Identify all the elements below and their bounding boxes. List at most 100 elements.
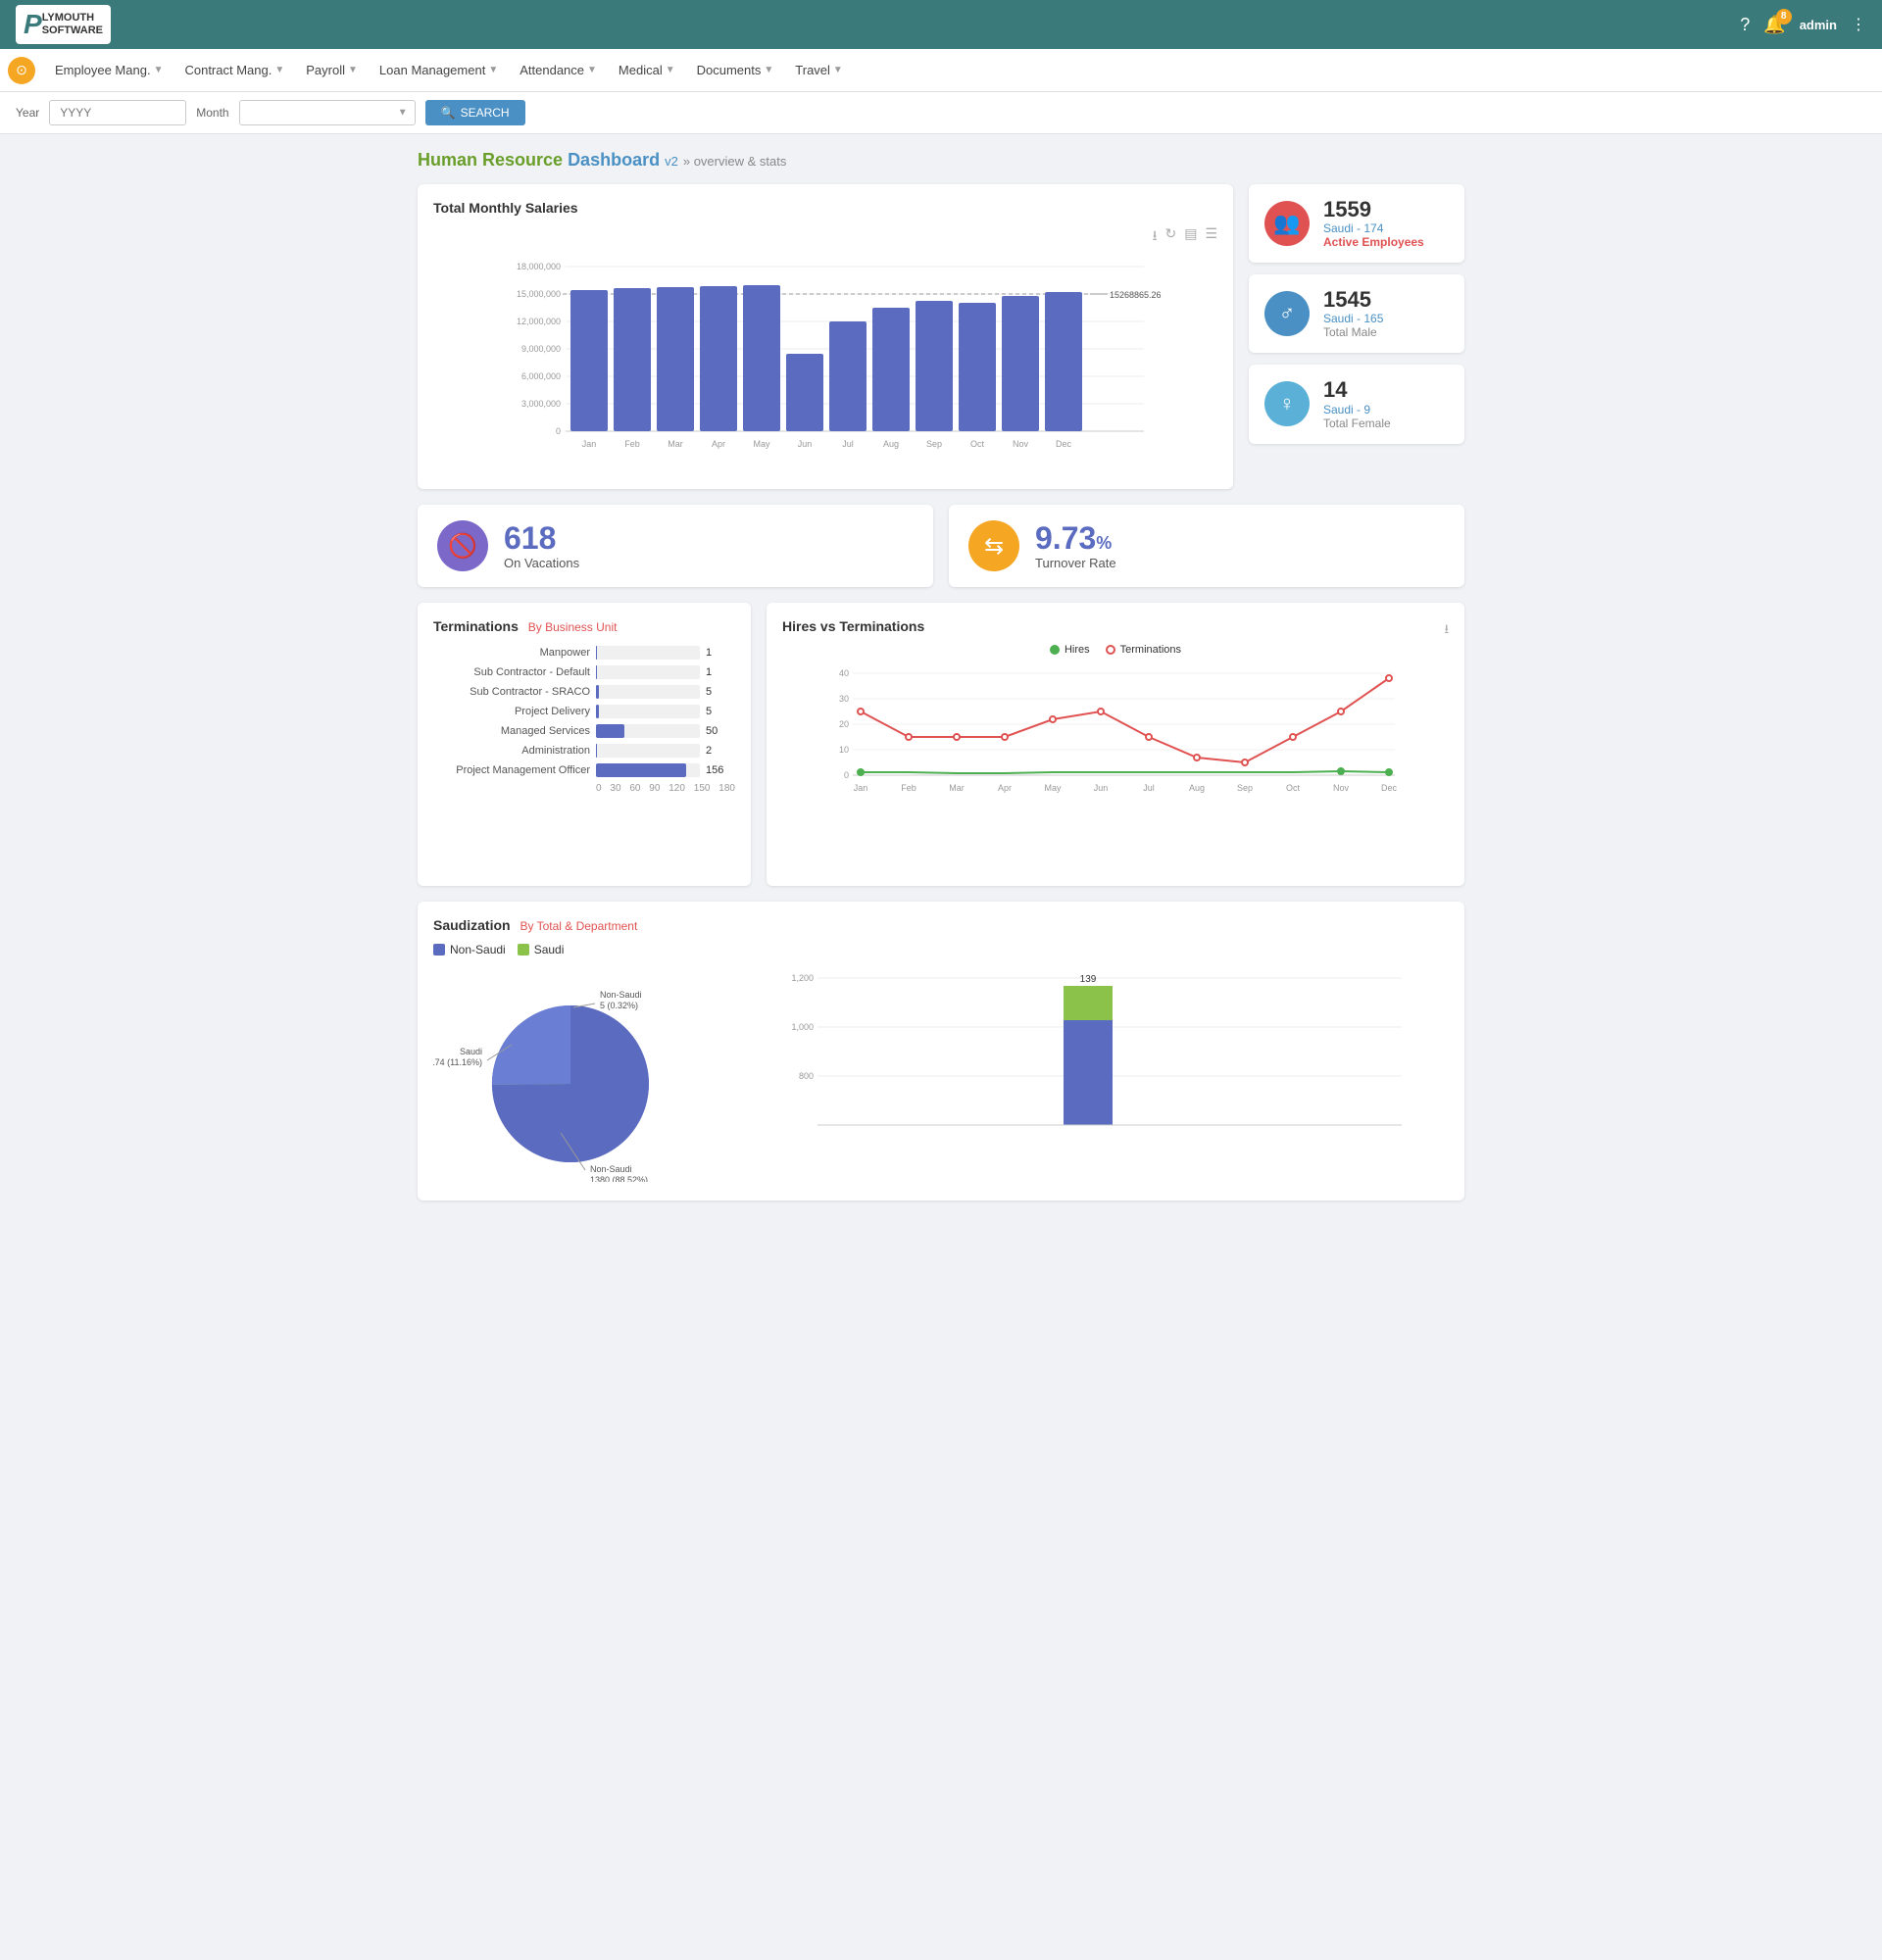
pie-chart-area: Non-Saudi 5 (0.32%) Saudi 174 (11.16%) N… <box>433 966 708 1185</box>
svg-text:Feb: Feb <box>901 783 916 793</box>
svg-text:6,000,000: 6,000,000 <box>521 371 561 381</box>
employee-arrow-icon: ▼ <box>154 65 164 75</box>
svg-text:May: May <box>753 439 770 449</box>
menu-loan-label: Loan Management <box>379 63 485 77</box>
menu-attendance-label: Attendance <box>520 63 584 77</box>
hires-line-chart: 40 30 20 10 0 <box>782 662 1449 867</box>
total-female-card: ♀ 14 Saudi - 9 Total Female <box>1249 365 1464 443</box>
total-female-info: 14 Saudi - 9 Total Female <box>1323 378 1391 429</box>
menu-travel-label: Travel <box>795 63 830 77</box>
vacations-info: 618 On Vacations <box>504 522 579 570</box>
non-saudi-legend-label: Non-Saudi <box>450 943 506 956</box>
attendance-arrow-icon: ▼ <box>587 65 597 75</box>
svg-text:Jan: Jan <box>854 783 868 793</box>
turnover-info: 9.73% Turnover Rate <box>1035 522 1116 570</box>
terminations-card: Terminations By Business Unit Manpower 1… <box>418 603 751 886</box>
month-select-wrapper: JanuaryFebruaryMarch AprilMayJune JulyAu… <box>239 100 416 125</box>
payroll-arrow-icon: ▼ <box>348 65 358 75</box>
menu-employee-mang[interactable]: Employee Mang. ▼ <box>45 57 173 83</box>
refresh-icon[interactable]: ↻ <box>1164 225 1176 249</box>
total-female-number: 14 <box>1323 378 1391 402</box>
chart-icon[interactable]: ▤ <box>1184 225 1197 249</box>
hires-download-icon[interactable]: ⭳ <box>1444 620 1449 642</box>
table-icon[interactable]: ☰ <box>1205 225 1217 249</box>
breadcrumb: » overview & stats <box>683 154 787 169</box>
turnover-number: 9.73% <box>1035 522 1116 554</box>
hbar-pmo: Project Management Officer 156 <box>433 763 735 777</box>
search-icon: 🔍 <box>441 106 456 120</box>
main-row: Total Monthly Salaries ⭳ ↻ ▤ ☰ 18,000,00… <box>418 184 1464 489</box>
menu-attendance[interactable]: Attendance ▼ <box>510 57 607 83</box>
svg-text:Oct: Oct <box>1286 783 1301 793</box>
search-button[interactable]: 🔍 SEARCH <box>425 100 525 125</box>
svg-text:800: 800 <box>799 1071 814 1081</box>
menu-loan-management[interactable]: Loan Management ▼ <box>370 57 508 83</box>
svg-text:1,200: 1,200 <box>791 973 814 983</box>
svg-text:9,000,000: 9,000,000 <box>521 344 561 354</box>
salary-card-title: Total Monthly Salaries <box>433 200 1217 216</box>
month-select[interactable]: JanuaryFebruaryMarch AprilMayJune JulyAu… <box>239 100 416 125</box>
menu-travel[interactable]: Travel ▼ <box>785 57 853 83</box>
medical-arrow-icon: ▼ <box>666 65 675 75</box>
active-employees-saudi: Saudi - 174 <box>1323 221 1424 235</box>
contract-arrow-icon: ▼ <box>274 65 284 75</box>
admin-menu-icon[interactable]: ⋮ <box>1851 15 1866 34</box>
logo-text: LYMOUTHSOFTWARE <box>42 12 103 37</box>
vacations-label: On Vacations <box>504 556 579 570</box>
svg-text:Jan: Jan <box>582 439 597 449</box>
metrics-row: 🚫 618 On Vacations ⇆ 9.73% Turnover Rate <box>418 505 1464 587</box>
saudization-legend: Non-Saudi Saudi <box>433 943 1449 956</box>
svg-text:0: 0 <box>556 426 561 436</box>
top-navigation: P LYMOUTHSOFTWARE ⁫ ? 🔔 8 admin ⋮ <box>0 0 1882 49</box>
total-male-card: ♂ 1545 Saudi - 165 Total Male <box>1249 274 1464 353</box>
salary-card: Total Monthly Salaries ⭳ ↻ ▤ ☰ 18,000,00… <box>418 184 1233 489</box>
top-nav-right: ⁫ ? 🔔 8 admin ⋮ <box>1726 15 1866 35</box>
help-icon[interactable]: ? <box>1740 15 1750 35</box>
vacations-card: 🚫 618 On Vacations <box>418 505 933 587</box>
logo-p-letter: P <box>24 9 42 40</box>
saudi-legend-label: Saudi <box>534 943 565 956</box>
svg-text:12,000,000: 12,000,000 <box>517 317 561 326</box>
svg-text:30: 30 <box>839 694 849 704</box>
year-input[interactable] <box>49 100 186 125</box>
saudization-bar-chart: 1,200 1,000 800 139 <box>737 966 1449 1182</box>
admin-label: admin <box>1800 18 1837 32</box>
saudization-pie: Non-Saudi 5 (0.32%) Saudi 174 (11.16%) N… <box>433 966 708 1182</box>
hbar-x-labels: 0 30 60 90 120 150 180 <box>433 783 735 794</box>
legend-hires-dot <box>1050 645 1060 655</box>
menu-medical[interactable]: Medical ▼ <box>609 57 685 83</box>
svg-text:Sep: Sep <box>926 439 942 449</box>
menu-payroll[interactable]: Payroll ▼ <box>296 57 368 83</box>
search-button-label: SEARCH <box>461 106 510 120</box>
turnover-card: ⇆ 9.73% Turnover Rate <box>949 505 1464 587</box>
home-icon[interactable]: ⊙ <box>8 57 35 84</box>
svg-text:Aug: Aug <box>1189 783 1205 793</box>
saudization-content: Non-Saudi 5 (0.32%) Saudi 174 (11.16%) N… <box>433 966 1449 1185</box>
download-icon[interactable]: ⭳ <box>1153 225 1158 249</box>
hires-legend: Hires Terminations <box>782 644 1449 656</box>
title-hr: Human Resource <box>418 150 563 170</box>
svg-text:Sep: Sep <box>1237 783 1253 793</box>
total-female-label: Total Female <box>1323 416 1391 430</box>
title-dashboard: Dashboard <box>568 150 660 170</box>
svg-text:Nov: Nov <box>1013 439 1029 449</box>
total-male-label: Total Male <box>1323 325 1383 339</box>
menu-documents[interactable]: Documents ▼ <box>687 57 784 83</box>
svg-text:40: 40 <box>839 668 849 678</box>
active-employees-info: 1559 Saudi - 174 Active Employees <box>1323 198 1424 249</box>
total-male-number: 1545 <box>1323 288 1383 312</box>
menu-contract-mang[interactable]: Contract Mang. ▼ <box>174 57 294 83</box>
total-male-icon: ♂ <box>1264 291 1310 336</box>
svg-text:Jul: Jul <box>1143 783 1155 793</box>
travel-arrow-icon: ▼ <box>833 65 843 75</box>
hbar-sub-contractor-sraco: Sub Contractor - SRACO 5 <box>433 685 735 699</box>
svg-text:Dec: Dec <box>1056 439 1072 449</box>
logo[interactable]: P LYMOUTHSOFTWARE <box>16 5 111 44</box>
notification-wrapper[interactable]: 🔔 8 <box>1763 15 1785 35</box>
svg-text:139: 139 <box>1080 974 1097 985</box>
hbar-administration: Administration 2 <box>433 744 735 758</box>
hbar-sub-contractor-default: Sub Contractor - Default 1 <box>433 665 735 679</box>
svg-text:15268865.26: 15268865.26 <box>1110 290 1162 300</box>
turnover-icon: ⇆ <box>968 520 1019 571</box>
year-label: Year <box>16 106 39 120</box>
